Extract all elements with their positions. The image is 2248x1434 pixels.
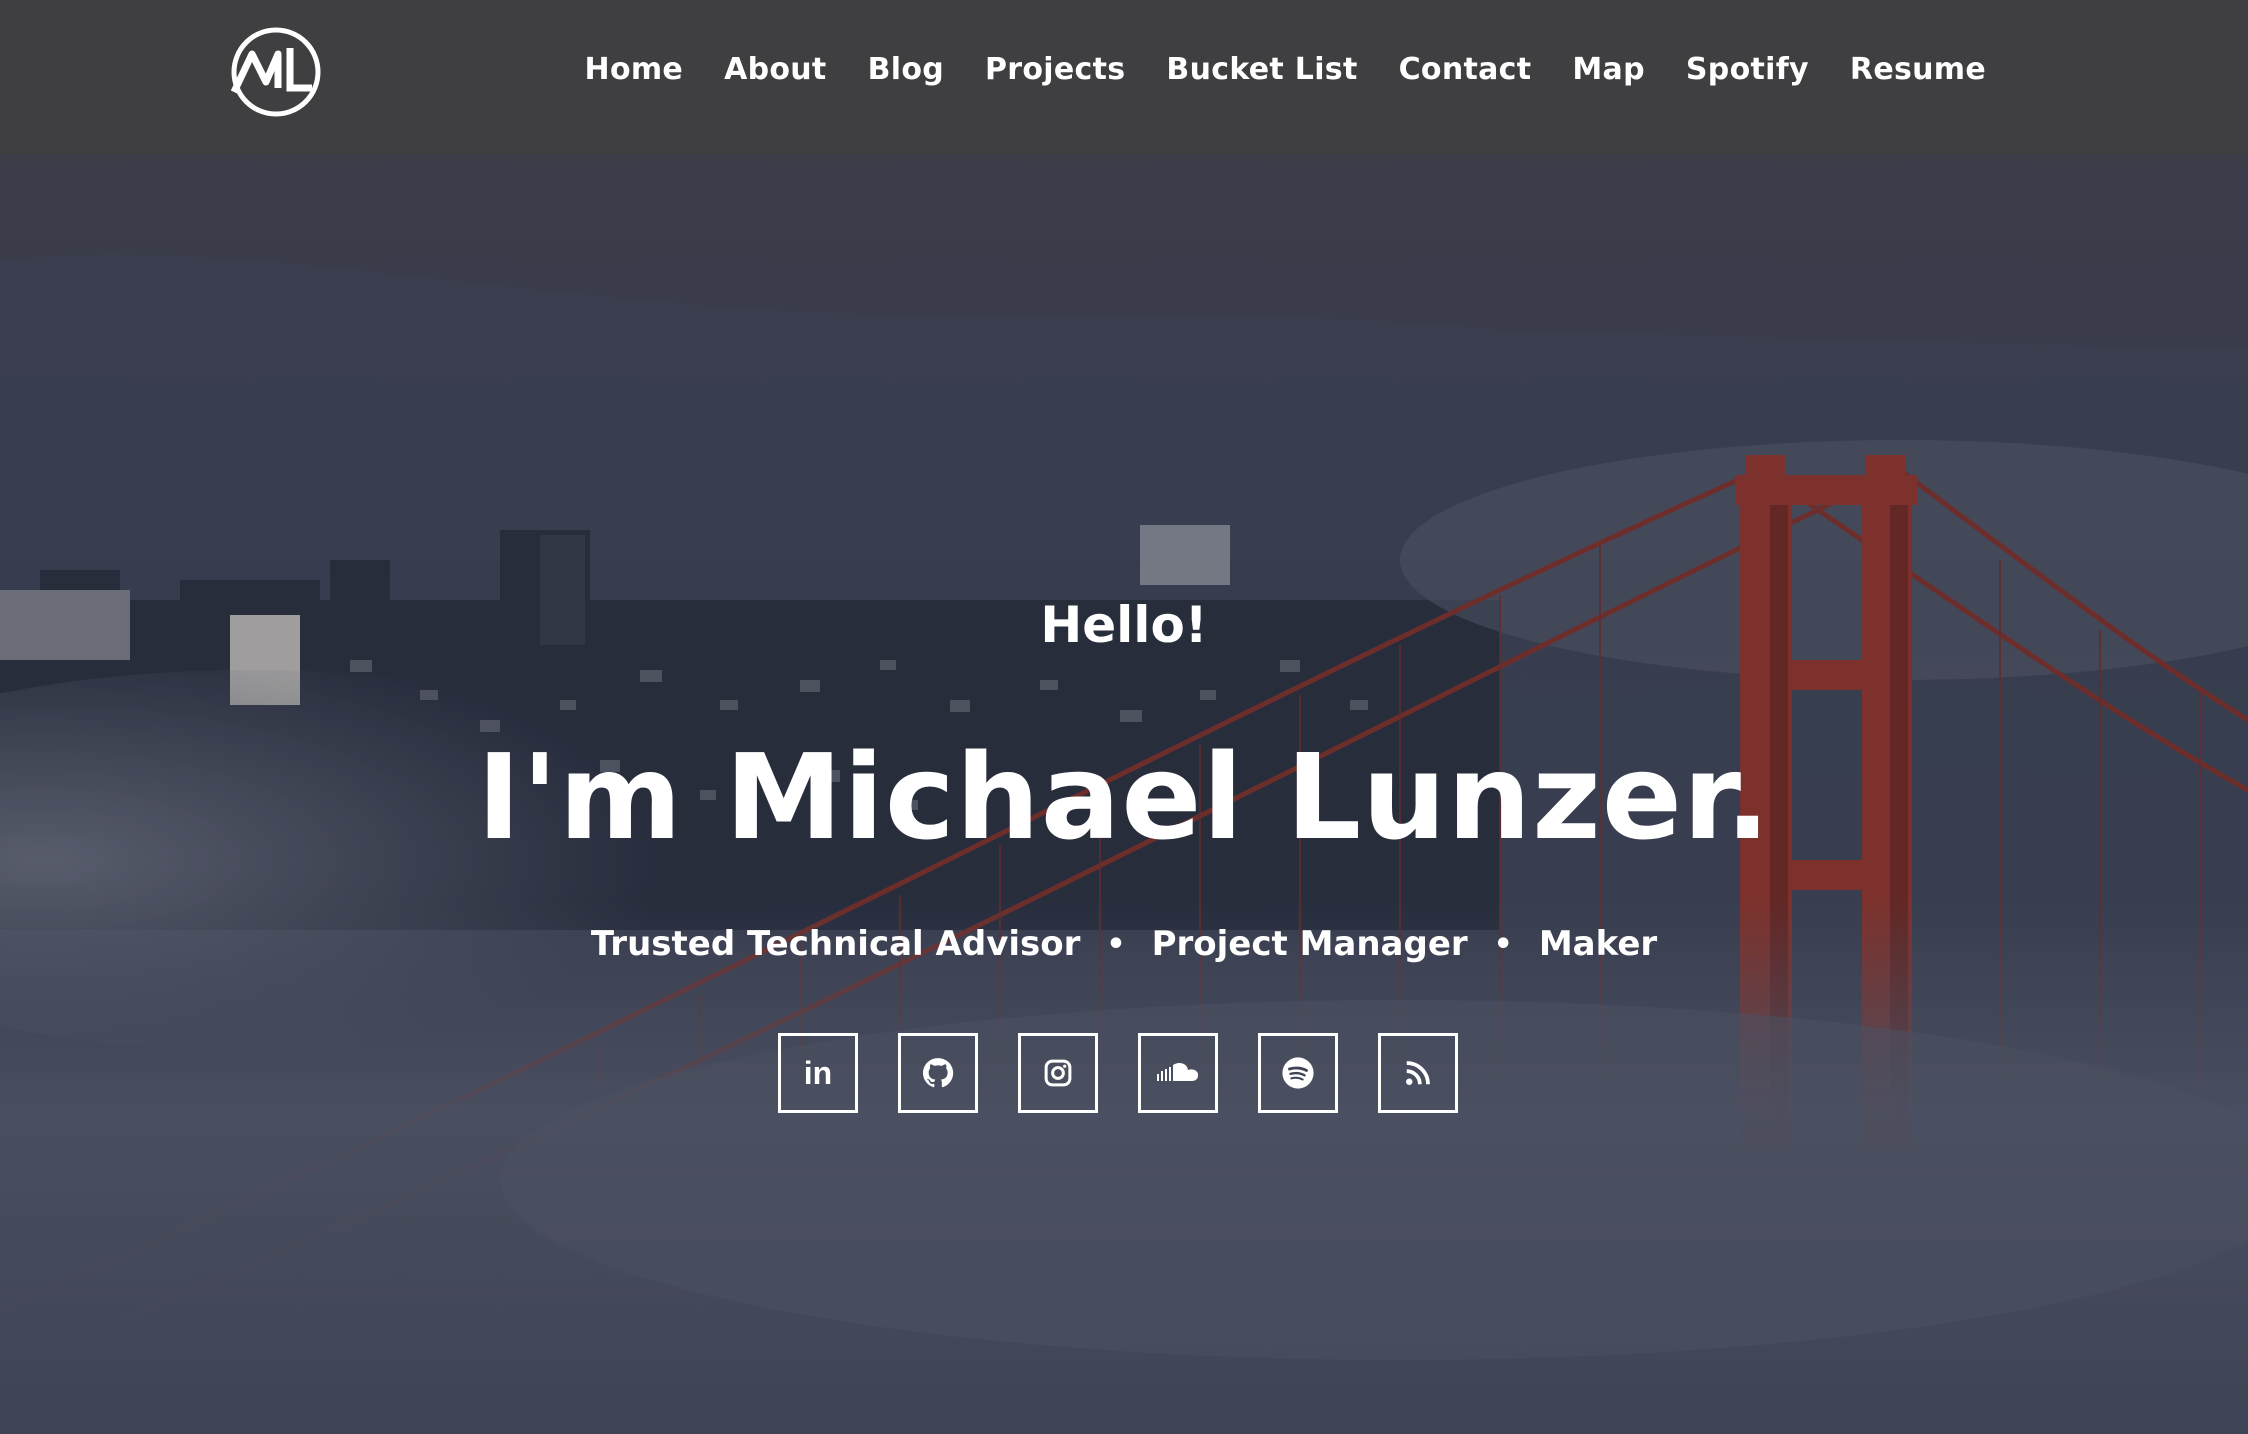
instagram-icon (1044, 1059, 1072, 1087)
github-button[interactable] (898, 1033, 978, 1113)
instagram-button[interactable] (1018, 1033, 1098, 1113)
nav-about-link[interactable]: About (724, 52, 827, 87)
hero-intro: Hello! I'm Michael Lunzer. Trusted Techn… (0, 596, 2248, 1113)
nav-contact-link[interactable]: Contact (1399, 52, 1532, 87)
nav-home-link[interactable]: Home (585, 52, 684, 87)
top-navbar: Home About Blog Projects Bucket List Con… (0, 0, 2248, 154)
nav-bucket-list-link[interactable]: Bucket List (1166, 52, 1357, 87)
spotify-button[interactable] (1258, 1033, 1338, 1113)
nav-projects-link[interactable]: Projects (985, 52, 1125, 87)
github-icon (922, 1058, 954, 1088)
role-separator: • (1493, 926, 1513, 962)
hero-greeting: Hello! (1040, 596, 1208, 654)
site-logo[interactable] (228, 24, 324, 120)
spotify-icon (1282, 1057, 1314, 1089)
social-links: in (778, 1033, 1458, 1113)
nav-resume-link[interactable]: Resume (1850, 52, 1986, 87)
nav-blog-link[interactable]: Blog (868, 52, 944, 87)
nav-map-link[interactable]: Map (1572, 52, 1644, 87)
ml-logo-icon (230, 27, 321, 117)
rss-button[interactable] (1378, 1033, 1458, 1113)
role-project-manager: Project Manager (1151, 924, 1468, 964)
role-maker: Maker (1538, 924, 1658, 964)
hero-headline: I'm Michael Lunzer. (476, 728, 1772, 866)
rss-icon (1406, 1061, 1430, 1085)
main-nav: Home About Blog Projects Bucket List Con… (585, 0, 1986, 138)
soundcloud-icon (1157, 1062, 1199, 1081)
linkedin-icon: in (803, 1054, 833, 1091)
role-technical-advisor: Trusted Technical Advisor (590, 924, 1081, 964)
hero-background (0, 0, 2248, 1434)
role-separator: • (1106, 926, 1126, 962)
linkedin-button[interactable]: in (778, 1033, 858, 1113)
soundcloud-button[interactable] (1138, 1033, 1218, 1113)
nav-spotify-link[interactable]: Spotify (1686, 52, 1809, 87)
hero-roles: Trusted Technical Advisor • Project Mana… (0, 924, 2248, 964)
